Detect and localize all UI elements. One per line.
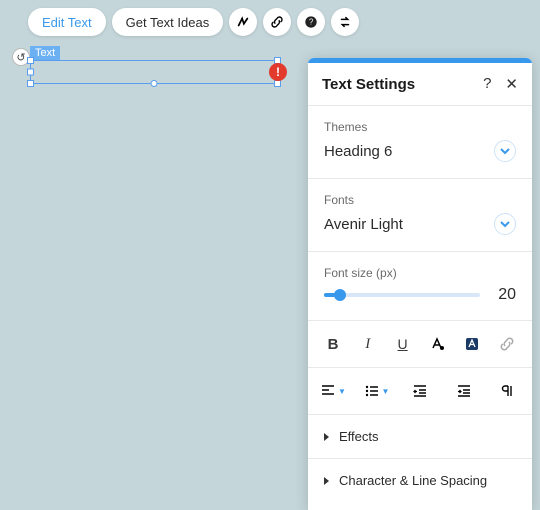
text-direction-button[interactable] bbox=[494, 378, 520, 404]
highlight-button[interactable] bbox=[459, 331, 485, 357]
resize-handle[interactable] bbox=[27, 69, 34, 76]
resize-handle[interactable] bbox=[274, 80, 281, 87]
list-button[interactable]: ▼ bbox=[364, 378, 390, 404]
underline-button[interactable]: U bbox=[390, 331, 416, 357]
spacing-label: Character & Line Spacing bbox=[339, 473, 487, 488]
panel-close-icon[interactable]: ✕ bbox=[505, 75, 518, 93]
themes-section: Themes Heading 6 bbox=[308, 106, 532, 178]
bold-button[interactable]: B bbox=[320, 331, 346, 357]
panel-help-icon[interactable]: ? bbox=[483, 75, 491, 93]
edit-text-button[interactable]: Edit Text bbox=[28, 8, 106, 36]
link-icon[interactable] bbox=[263, 8, 291, 36]
text-settings-panel: Text Settings ? ✕ Themes Heading 6 Fonts… bbox=[308, 58, 532, 510]
swap-icon[interactable] bbox=[331, 8, 359, 36]
fonts-value: Avenir Light bbox=[324, 216, 403, 233]
floating-toolbar: Edit Text Get Text Ideas ? bbox=[28, 8, 359, 36]
link-button[interactable] bbox=[494, 331, 520, 357]
font-size-label: Font size (px) bbox=[324, 266, 516, 280]
format-row-2: ▼ ▼ bbox=[308, 368, 532, 414]
font-size-section: Font size (px) 20 bbox=[308, 252, 532, 320]
animation-icon[interactable] bbox=[229, 8, 257, 36]
font-size-slider[interactable] bbox=[324, 287, 480, 303]
effects-row[interactable]: Effects bbox=[308, 415, 532, 458]
expand-icon bbox=[324, 433, 329, 441]
italic-button[interactable]: I bbox=[355, 331, 381, 357]
resize-handle[interactable] bbox=[151, 80, 158, 87]
indent-decrease-button[interactable] bbox=[407, 378, 433, 404]
effects-label: Effects bbox=[339, 429, 379, 444]
panel-title: Text Settings bbox=[322, 76, 415, 93]
get-text-ideas-button[interactable]: Get Text Ideas bbox=[112, 8, 224, 36]
text-color-button[interactable] bbox=[424, 331, 450, 357]
indent-increase-button[interactable] bbox=[451, 378, 477, 404]
fonts-dropdown-icon[interactable] bbox=[494, 213, 516, 235]
help-icon[interactable]: ? bbox=[297, 8, 325, 36]
align-button[interactable]: ▼ bbox=[320, 378, 346, 404]
expand-icon bbox=[324, 477, 329, 485]
font-size-value: 20 bbox=[490, 286, 516, 304]
selected-text-element[interactable]: ! bbox=[30, 60, 278, 84]
resize-handle[interactable] bbox=[27, 57, 34, 64]
themes-value: Heading 6 bbox=[324, 143, 392, 160]
panel-header: Text Settings ? ✕ bbox=[308, 63, 532, 105]
element-type-label: Text bbox=[30, 46, 60, 61]
themes-label: Themes bbox=[324, 120, 516, 134]
format-row-1: B I U bbox=[308, 321, 532, 367]
warning-icon[interactable]: ! bbox=[269, 63, 287, 81]
themes-dropdown-icon[interactable] bbox=[494, 140, 516, 162]
fonts-section: Fonts Avenir Light bbox=[308, 179, 532, 251]
fonts-label: Fonts bbox=[324, 193, 516, 207]
spacing-row[interactable]: Character & Line Spacing bbox=[308, 459, 532, 502]
svg-text:?: ? bbox=[309, 18, 314, 27]
resize-handle[interactable] bbox=[27, 80, 34, 87]
